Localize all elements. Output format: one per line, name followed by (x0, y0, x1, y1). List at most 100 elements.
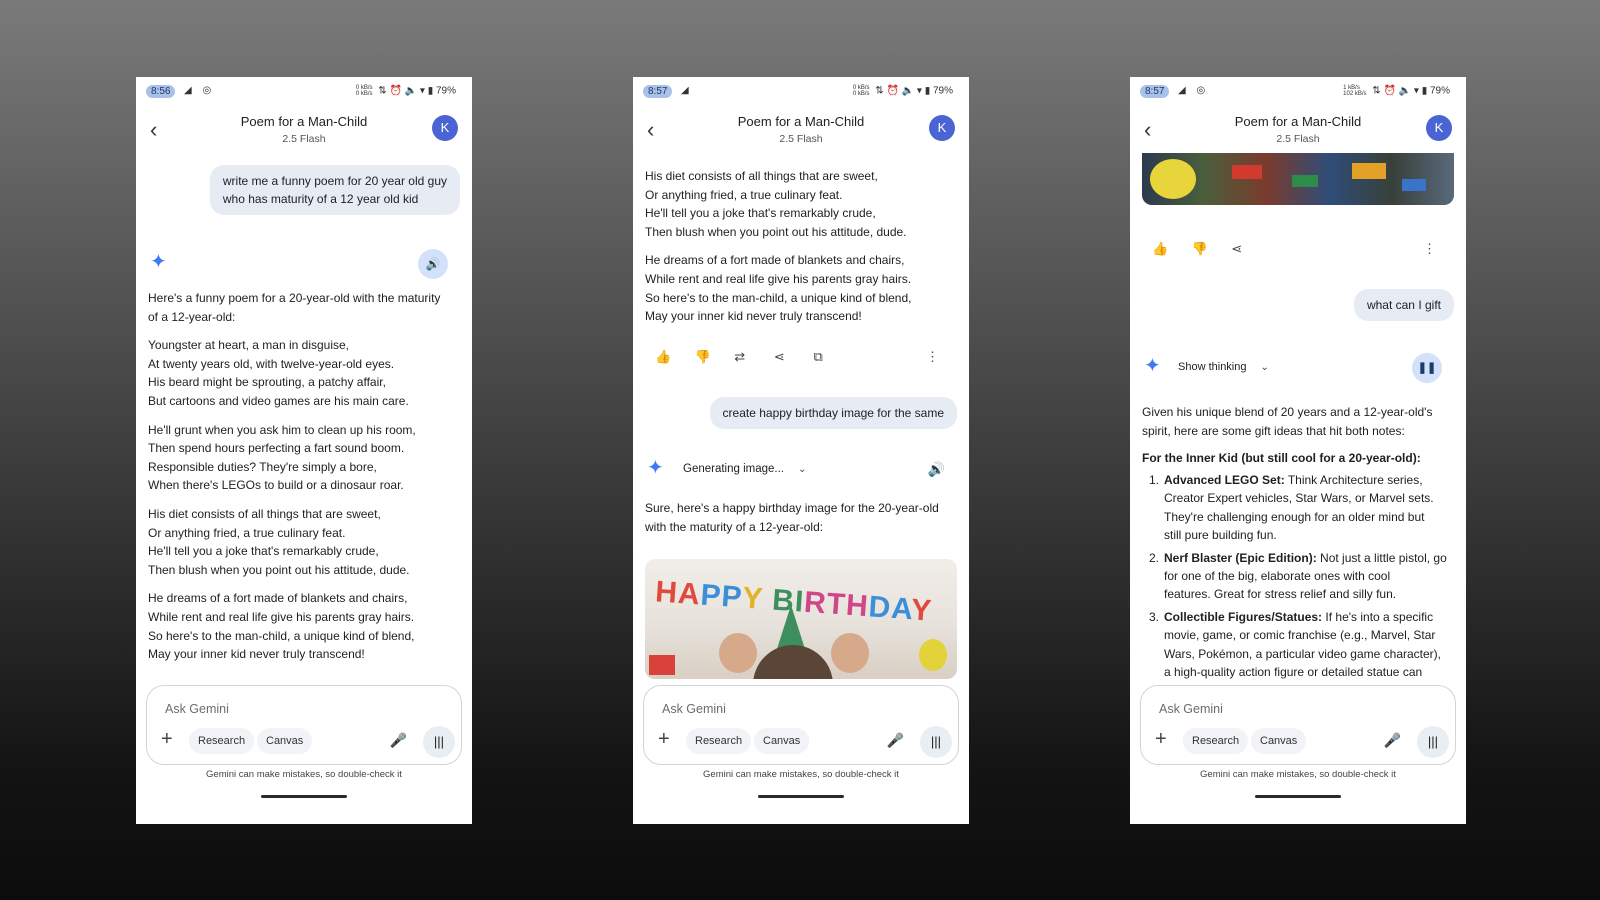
share-icon[interactable]: ⋖ (774, 349, 810, 365)
image-brick (1292, 175, 1318, 187)
gemini-spark-icon: ✦ (150, 251, 167, 273)
gemini-spark-icon: ✦ (647, 457, 664, 479)
thumbs-up-icon[interactable]: 👍 (655, 349, 691, 365)
status-right: 0 kB/s 0 kB/s ⇅ ⏰ 🔈 ▾ ▮ 79% (356, 85, 456, 97)
prompt-input-box[interactable]: Ask Gemini + Research Canvas 🎤 ||| (146, 685, 462, 765)
research-chip[interactable]: Research (189, 728, 255, 754)
gift-section-title: For the Inner Kid (but still cool for a … (1142, 451, 1421, 465)
system-status-icons: ⇅ ⏰ 🔈 ▾ ▮ (875, 85, 931, 97)
prompt-input-box[interactable]: Ask Gemini + Research Canvas 🎤 ||| (1140, 685, 1456, 765)
share-icon[interactable]: ⋖ (1231, 241, 1267, 257)
microphone-icon[interactable]: 🎤 (887, 732, 904, 749)
disclaimer: Gemini can make mistakes, so double-chec… (206, 769, 402, 780)
status-bar: 8:56 ◢ ◎ 0 kB/s 0 kB/s ⇅ ⏰ 🔈 ▾ ▮ 79% (136, 77, 472, 107)
speaker-icon[interactable]: 🔊 (418, 249, 448, 279)
gemini-response-text: Sure, here's a happy birthday image for … (645, 501, 939, 534)
pause-icon[interactable]: ❚❚ (1412, 353, 1442, 383)
poem-stanza: His diet consists of all things that are… (148, 506, 410, 577)
microphone-icon[interactable]: 🎤 (390, 732, 407, 749)
image-hand (831, 633, 869, 673)
generated-birthday-image[interactable]: HAPPY BIRTHDAY (645, 559, 957, 679)
network-speed: 0 kB/s 0 kB/s (355, 85, 373, 97)
thumbs-up-icon[interactable]: 👍 (1152, 241, 1188, 257)
image-gift-box (649, 655, 675, 675)
home-indicator[interactable] (261, 795, 347, 798)
ask-gemini-input[interactable]: Ask Gemini (165, 702, 229, 716)
user-prompt-bubble: write me a funny poem for 20 year old gu… (209, 165, 460, 215)
chevron-down-icon[interactable]: ⌄ (798, 464, 806, 475)
ask-gemini-input[interactable]: Ask Gemini (1159, 702, 1223, 716)
status-bar: 8:57 ◢ ◎ 1 kB/s 102 kB/s ⇅ ⏰ 🔈 ▾ ▮ 79% (1130, 77, 1466, 107)
plus-icon[interactable]: + (658, 728, 670, 751)
response-actions: 👍 👎 ⇄ ⋖ ⧉ ⋮ (655, 349, 947, 369)
status-time: 8:57 (1140, 85, 1170, 98)
chat-header: ‹ Poem for a Man-Child 2.5 Flash K (1130, 107, 1466, 153)
system-status-icons: ⇅ ⏰ 🔈 ▾ ▮ (378, 85, 434, 97)
user-prompt-bubble: create happy birthday image for the same (709, 397, 957, 429)
image-toy (919, 639, 947, 671)
disclaimer: Gemini can make mistakes, so double-chec… (1200, 769, 1396, 780)
gemini-response: His diet consists of all things that are… (645, 167, 957, 336)
home-indicator[interactable] (758, 795, 844, 798)
prompt-input-box[interactable]: Ask Gemini + Research Canvas 🎤 ||| (643, 685, 959, 765)
poem-stanza: He'll grunt when you ask him to clean up… (148, 422, 416, 493)
modify-response-icon[interactable]: ⇄ (734, 349, 770, 365)
image-brick (1232, 165, 1262, 179)
list-item: 3. Collectible Figures/Statues: If he's … (1149, 609, 1442, 680)
live-mode-icon[interactable]: ||| (1417, 726, 1449, 758)
canvas-chip[interactable]: Canvas (754, 728, 810, 754)
battery-level: 79% (932, 85, 953, 97)
show-thinking-toggle[interactable]: Show thinking ⌄ (1178, 361, 1269, 373)
status-right: 0 kB/s 0 kB/s ⇅ ⏰ 🔈 ▾ ▮ 79% (853, 85, 953, 97)
ask-gemini-input[interactable]: Ask Gemini (662, 702, 726, 716)
chat-header: ‹ Poem for a Man-Child 2.5 Flash K (136, 107, 472, 153)
generated-lego-image[interactable] (1142, 153, 1454, 205)
notification-icons: ◢ (681, 85, 693, 96)
thumbs-down-icon[interactable]: 👎 (1192, 241, 1228, 257)
gemini-spark-icon: ✦ (1144, 355, 1161, 377)
plus-icon[interactable]: + (1155, 728, 1167, 751)
more-options-icon[interactable]: ⋮ (926, 349, 939, 365)
copy-icon[interactable]: ⧉ (814, 349, 850, 365)
status-bar: 8:57 ◢ 0 kB/s 0 kB/s ⇅ ⏰ 🔈 ▾ ▮ 79% (633, 77, 969, 107)
microphone-icon[interactable]: 🎤 (1384, 732, 1401, 749)
phone-screen-3: 8:57 ◢ ◎ 1 kB/s 102 kB/s ⇅ ⏰ 🔈 ▾ ▮ 79% ‹ … (1130, 77, 1466, 824)
research-chip[interactable]: Research (1183, 728, 1249, 754)
plus-icon[interactable]: + (161, 728, 173, 751)
chat-title: Poem for a Man-Child (1234, 114, 1362, 129)
chevron-down-icon[interactable]: ⌄ (1261, 362, 1269, 373)
poem-stanza: His diet consists of all things that are… (645, 169, 907, 239)
speaker-icon[interactable]: 🔊 (928, 461, 945, 478)
more-options-icon[interactable]: ⋮ (1423, 241, 1436, 257)
status-time: 8:56 (146, 85, 176, 98)
list-item: 2. Nerf Blaster (Epic Edition): Not just… (1149, 550, 1447, 602)
avatar[interactable]: K (432, 115, 458, 141)
battery-level: 79% (1429, 85, 1450, 97)
home-indicator[interactable] (1255, 795, 1341, 798)
avatar[interactable]: K (929, 115, 955, 141)
image-brick (1352, 163, 1386, 179)
generating-label[interactable]: Generating image... ⌄ (683, 463, 806, 475)
model-label[interactable]: 2.5 Flash (1130, 133, 1466, 145)
live-mode-icon[interactable]: ||| (423, 726, 455, 758)
model-label[interactable]: 2.5 Flash (136, 133, 472, 145)
research-chip[interactable]: Research (686, 728, 752, 754)
image-hand (719, 633, 757, 673)
canvas-chip[interactable]: Canvas (1251, 728, 1307, 754)
image-brick (1402, 179, 1426, 191)
live-mode-icon[interactable]: ||| (920, 726, 952, 758)
canvas-chip[interactable]: Canvas (257, 728, 313, 754)
user-prompt-bubble: what can I gift (1353, 289, 1454, 321)
generating-status-row: ✦ Generating image... ⌄ 🔊 (645, 457, 957, 483)
thumbs-down-icon[interactable]: 👎 (695, 349, 731, 365)
system-status-icons: ⇅ ⏰ 🔈 ▾ ▮ (1372, 85, 1428, 97)
conversation: His diet consists of all things that are… (633, 159, 969, 765)
poem-stanza: Youngster at heart, a man in disguise, At… (148, 338, 409, 408)
phone-screen-1: 8:56 ◢ ◎ 0 kB/s 0 kB/s ⇅ ⏰ 🔈 ▾ ▮ 79% ‹ Po… (136, 77, 472, 824)
gift-list: 1. Advanced LEGO Set: Think Architecture… (1142, 471, 1456, 685)
phone-screen-2: 8:57 ◢ 0 kB/s 0 kB/s ⇅ ⏰ 🔈 ▾ ▮ 79% ‹ Poem… (633, 77, 969, 824)
avatar[interactable]: K (1426, 115, 1452, 141)
poem-stanza: He dreams of a fort made of blankets and… (148, 591, 415, 662)
network-speed: 1 kB/s 102 kB/s (1343, 85, 1367, 97)
model-label[interactable]: 2.5 Flash (633, 133, 969, 145)
